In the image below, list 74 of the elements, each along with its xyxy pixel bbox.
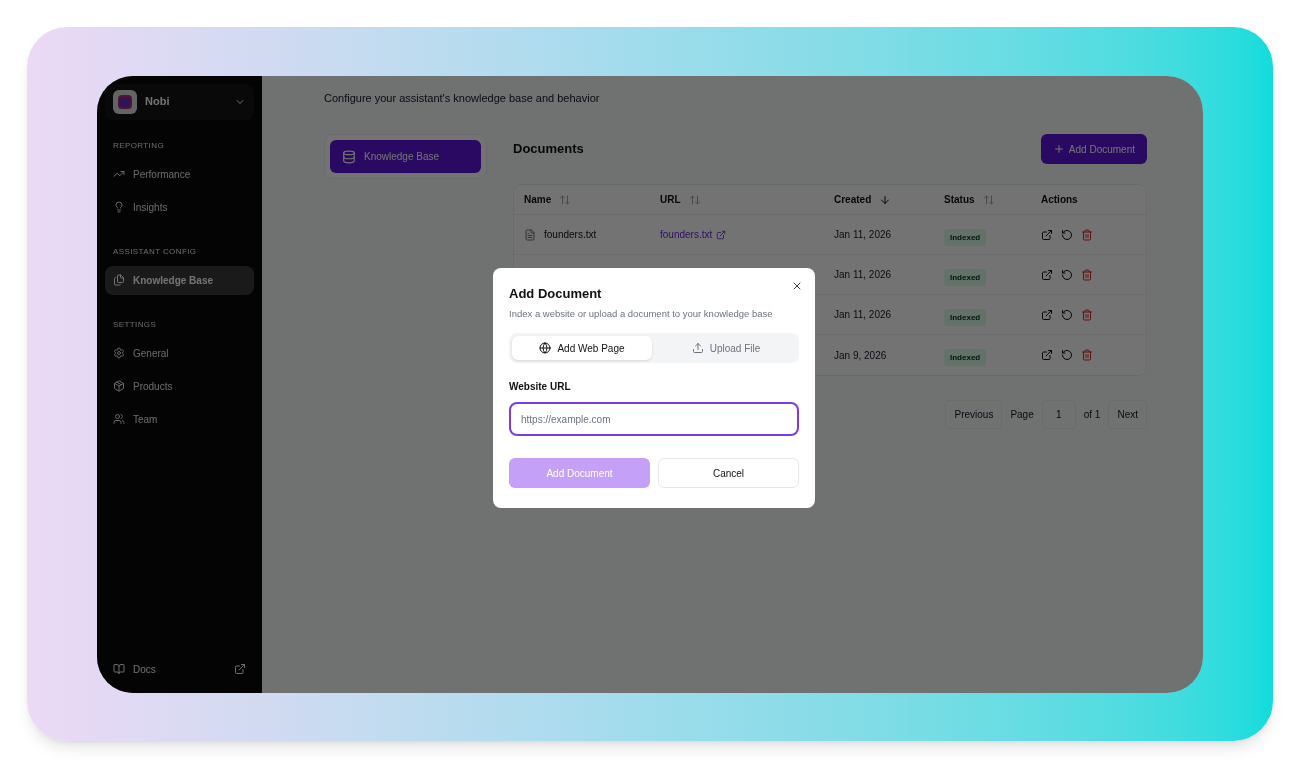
field-label: Website URL	[509, 380, 572, 395]
settings-icon	[113, 347, 125, 359]
cancel-button[interactable]: Cancel	[658, 458, 799, 489]
column-header[interactable]: URL	[660, 192, 834, 207]
url-input-field[interactable]: https://example.com	[509, 402, 799, 437]
trash-icon[interactable]	[1081, 228, 1093, 241]
sort-icon	[688, 193, 701, 206]
column-header[interactable]: Created	[834, 192, 944, 207]
section-heading: SETTINGS	[112, 318, 158, 331]
page-subtitle: Configure your assistant's knowledge base and behavior	[324, 90, 601, 106]
external-link-icon	[716, 229, 727, 240]
table-cell-text: Jan 11, 2026	[834, 228, 893, 242]
files-icon	[113, 274, 125, 286]
status-badge: Indexed	[944, 268, 987, 286]
dialog-tab[interactable]: Add Web Page	[512, 336, 652, 361]
page-label: Page	[1010, 408, 1034, 422]
workspace-logo	[113, 89, 137, 114]
table-cell-text: Jan 9, 2026	[834, 348, 888, 363]
trash-icon[interactable]	[1081, 268, 1093, 281]
status-badge: Indexed	[944, 308, 987, 326]
nav-item[interactable]: Knowledge Base	[105, 265, 254, 295]
column-header[interactable]: Name	[524, 192, 660, 207]
section-heading: ASSISTANT CONFIG	[112, 245, 198, 258]
table-cell-text: founders.txt	[544, 228, 597, 242]
docs-link[interactable]: Docs	[105, 661, 254, 677]
trash-icon[interactable]	[1081, 308, 1093, 321]
nav-item[interactable]: Team	[105, 404, 254, 434]
book-icon	[113, 663, 125, 675]
dialog-description: Index a website or upload a document to your knowledge base	[509, 307, 774, 321]
users-icon	[113, 413, 125, 425]
add-document-button[interactable]: Add Document	[1040, 134, 1147, 164]
trend-line-icon	[113, 168, 125, 180]
database-icon	[342, 149, 356, 164]
section-heading: REPORTING	[112, 139, 165, 152]
external-link-icon[interactable]	[1041, 268, 1053, 281]
lightbulb-icon	[113, 201, 125, 213]
sort-down-icon	[879, 193, 892, 206]
dialog-tab[interactable]: Upload File	[656, 336, 796, 361]
trash-icon[interactable]	[1081, 349, 1093, 361]
status-badge: Indexed	[944, 349, 987, 366]
plus-icon	[1052, 143, 1065, 155]
upload-icon	[691, 342, 704, 355]
workspace-switcher[interactable]: Nobi	[105, 83, 254, 120]
external-link-icon[interactable]	[1041, 228, 1053, 241]
nav-item[interactable]: Insights	[105, 192, 254, 222]
nav-item[interactable]: Performance	[105, 159, 254, 189]
dialog-title: Add Document	[509, 284, 603, 303]
status-badge: Indexed	[944, 228, 987, 246]
reload-icon[interactable]	[1061, 349, 1073, 361]
page-input[interactable]: 1	[1041, 400, 1076, 429]
documents-title: Documents	[513, 140, 584, 159]
file-icon	[524, 228, 536, 241]
table-cell-text: Jan 11, 2026	[834, 308, 893, 322]
reload-icon[interactable]	[1061, 228, 1073, 241]
tab[interactable]: Knowledge Base	[330, 140, 481, 173]
external-link-icon	[234, 663, 246, 675]
external-link-icon[interactable]	[1041, 349, 1053, 361]
sort-icon	[559, 193, 572, 206]
reload-icon[interactable]	[1061, 268, 1073, 281]
nav-item[interactable]: General	[105, 338, 254, 368]
page-count: of 1	[1083, 408, 1101, 422]
nav-item[interactable]: Products	[105, 371, 254, 401]
globe-icon	[539, 342, 552, 355]
next-button[interactable]: Next	[1108, 400, 1147, 429]
reload-icon[interactable]	[1061, 308, 1073, 321]
workspace-name: Nobi	[145, 94, 170, 110]
column-header[interactable]: Status	[944, 192, 1041, 207]
column-header[interactable]: Actions	[1041, 192, 1136, 207]
box-icon	[113, 380, 125, 392]
sort-icon	[982, 193, 995, 206]
table-cell-text: Jan 11, 2026	[834, 268, 893, 282]
external-link-icon[interactable]	[1041, 308, 1053, 321]
previous-button[interactable]: Previous	[945, 400, 1003, 429]
url-link[interactable]: founders.txt	[660, 227, 727, 242]
